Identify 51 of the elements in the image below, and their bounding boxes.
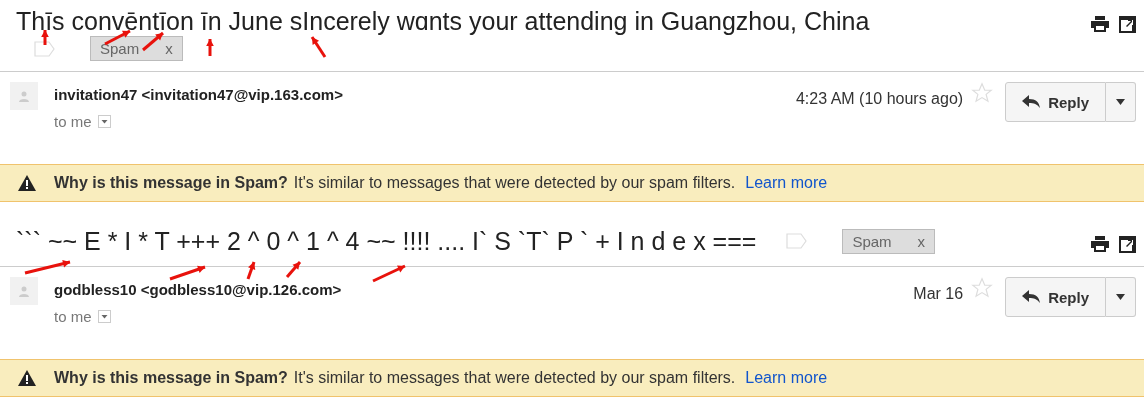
sender-name: godbless10 <box>54 281 137 298</box>
annotation-arrow <box>104 29 131 46</box>
warning-title: Why is this message in Spam? <box>54 174 288 192</box>
star-icon[interactable] <box>971 82 994 104</box>
reply-arrow-icon <box>1022 290 1041 304</box>
print-icon[interactable] <box>1091 236 1109 252</box>
annotation-arrow <box>24 259 71 275</box>
star-icon[interactable] <box>971 277 994 299</box>
annotation-arrow <box>41 30 49 45</box>
learn-more-link[interactable]: Learn more <box>745 369 828 387</box>
label-icon[interactable] <box>34 40 56 57</box>
annotation-arrow <box>285 261 302 278</box>
details-dropdown-icon[interactable] <box>97 115 111 128</box>
caret-icon <box>1116 294 1125 300</box>
annotation-arrow <box>310 36 327 58</box>
remove-tag-button[interactable]: x <box>917 232 926 250</box>
reply-button[interactable]: Reply <box>1005 82 1106 122</box>
email-subject: Thīs convēntīon īn June sIncerely wɑnts your attending in Guangzhou, China <box>16 6 870 36</box>
warning-icon <box>18 370 36 386</box>
annotation-arrow <box>372 264 406 283</box>
avatar-icon <box>10 277 38 305</box>
print-icon[interactable] <box>1091 16 1109 32</box>
spam-tag: Spam x <box>90 36 183 61</box>
annotation-arrow <box>246 261 256 280</box>
message-time: Mar 16 <box>913 284 964 303</box>
remove-tag-button[interactable]: x <box>165 40 173 57</box>
message-time: 4:23 AM (10 hours ago) <box>795 89 964 108</box>
annotation-arrow <box>142 31 164 52</box>
recipient-text: to me <box>54 113 92 130</box>
spam-tag: Spam x <box>842 228 936 254</box>
annotation-arrow <box>169 265 206 281</box>
new-window-icon[interactable] <box>1119 236 1136 253</box>
details-dropdown-icon[interactable] <box>97 310 111 323</box>
avatar-icon <box>10 82 38 110</box>
email-subject: ``` ~~ E * I * T +++ 2 ^ 0 ^ 1 ^ 4 ~~ !!!! .... I` S `T` P ` + I n d e x === <box>16 226 757 256</box>
learn-more-link[interactable]: Learn more <box>745 174 828 192</box>
reply-arrow-icon <box>1022 95 1041 109</box>
annotation-arrow <box>206 39 214 56</box>
caret-icon <box>1116 99 1125 105</box>
recipient-text: to me <box>54 308 92 325</box>
warning-icon <box>18 175 36 191</box>
warning-title: Why is this message in Spam? <box>54 369 288 387</box>
sender-email: <invitation47@vip.163.com> <box>141 86 343 103</box>
warning-text: It's similar to messages that were detected by our spam filters. <box>293 369 736 387</box>
reply-button[interactable]: Reply <box>1005 277 1106 317</box>
more-options-button[interactable] <box>1106 277 1136 317</box>
more-options-button[interactable] <box>1106 82 1136 122</box>
warning-text: It's similar to messages that were detected by our spam filters. <box>293 174 736 192</box>
sender-name: invitation47 <box>54 86 138 103</box>
new-window-icon[interactable] <box>1119 16 1136 33</box>
sender-email: <godbless10@vip.126.com> <box>140 281 342 298</box>
